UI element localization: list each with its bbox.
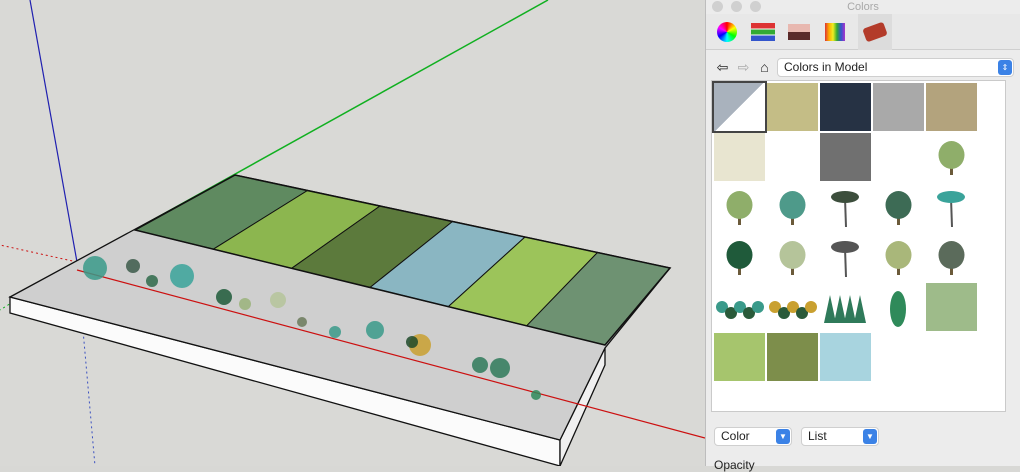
material-swatch-tree[interactable]: [873, 183, 924, 231]
material-swatch-empty: [767, 133, 818, 181]
material-swatch-color[interactable]: [926, 83, 977, 131]
tree-component[interactable]: [406, 336, 418, 348]
color-wheel-icon[interactable]: [714, 19, 740, 45]
collection-select[interactable]: Colors in Model ⇕: [777, 57, 1014, 77]
color-sliders-icon[interactable]: [750, 19, 776, 45]
material-swatch-split[interactable]: [712, 81, 767, 133]
mode-select[interactable]: Color ▼: [714, 427, 792, 446]
axis-z: [29, 0, 78, 263]
tree-component[interactable]: [297, 317, 307, 327]
material-swatch-color[interactable]: [714, 133, 765, 181]
tree-component[interactable]: [239, 298, 251, 310]
crayons-icon[interactable]: [822, 19, 848, 45]
chevron-down-icon: ▼: [863, 429, 877, 444]
material-swatch-color[interactable]: [767, 83, 818, 131]
model-scene[interactable]: [0, 0, 706, 467]
material-swatch-color[interactable]: [820, 83, 871, 131]
material-swatch-tree[interactable]: [767, 233, 818, 281]
material-swatch-group[interactable]: [714, 283, 765, 331]
collection-select-value: Colors in Model: [784, 59, 868, 74]
colors-panel: Colors ⇦ ⇨ ⌂ Colors in Model ⇕ Color ▼ Lis…: [705, 0, 1020, 472]
materials-brick-icon[interactable]: [858, 13, 892, 50]
material-swatch-color[interactable]: [873, 83, 924, 131]
tree-component[interactable]: [270, 292, 286, 308]
material-swatch-palm[interactable]: [926, 183, 977, 231]
tree-component[interactable]: [472, 357, 488, 373]
material-swatch-color[interactable]: [820, 133, 871, 181]
window-controls[interactable]: [712, 1, 761, 12]
material-swatch-palm[interactable]: [820, 183, 871, 231]
tree-component[interactable]: [126, 259, 140, 273]
axis-x-dotted: [0, 244, 78, 263]
material-swatch-texture[interactable]: [820, 333, 871, 381]
material-swatch-palm[interactable]: [820, 233, 871, 281]
material-swatch-texture[interactable]: [926, 283, 977, 331]
material-swatch-texture[interactable]: [767, 333, 818, 381]
home-icon[interactable]: ⌂: [756, 59, 773, 75]
material-swatch-cypress[interactable]: [873, 283, 924, 331]
tree-component[interactable]: [146, 275, 158, 287]
tree-component[interactable]: [83, 256, 107, 280]
material-swatch-tree[interactable]: [714, 233, 765, 281]
tree-component[interactable]: [329, 326, 341, 338]
back-arrow-icon[interactable]: ⇦: [714, 59, 731, 76]
materials-list[interactable]: [711, 80, 1006, 412]
material-swatch-tree[interactable]: [714, 183, 765, 231]
image-palette-icon[interactable]: [786, 19, 812, 45]
tree-component[interactable]: [216, 289, 232, 305]
tree-component[interactable]: [366, 321, 384, 339]
view-select[interactable]: List ▼: [801, 427, 879, 446]
tree-component[interactable]: [170, 264, 194, 288]
panel-title: Colors: [847, 1, 879, 13]
opacity-label: Opacity: [714, 458, 755, 472]
material-swatch-pines[interactable]: [820, 283, 871, 331]
minimize-button[interactable]: [731, 1, 742, 12]
material-swatch-tree[interactable]: [926, 133, 977, 181]
forward-arrow-icon[interactable]: ⇨: [735, 59, 752, 76]
tree-component[interactable]: [531, 390, 541, 400]
updown-icon: ⇕: [998, 59, 1012, 75]
material-swatch-texture[interactable]: [714, 333, 765, 381]
picker-toolbar: [706, 13, 1020, 50]
material-swatch-tree[interactable]: [926, 233, 977, 281]
zoom-button[interactable]: [750, 1, 761, 12]
material-swatch-tree[interactable]: [767, 183, 818, 231]
close-button[interactable]: [712, 1, 723, 12]
material-swatch-group[interactable]: [767, 283, 818, 331]
mode-select-value: Color: [721, 429, 750, 443]
view-select-value: List: [808, 429, 827, 443]
material-swatch-tree[interactable]: [873, 233, 924, 281]
material-swatch-empty: [873, 133, 924, 181]
tree-component[interactable]: [490, 358, 510, 378]
3d-viewport[interactable]: [0, 0, 706, 467]
chevron-down-icon: ▼: [776, 429, 790, 444]
